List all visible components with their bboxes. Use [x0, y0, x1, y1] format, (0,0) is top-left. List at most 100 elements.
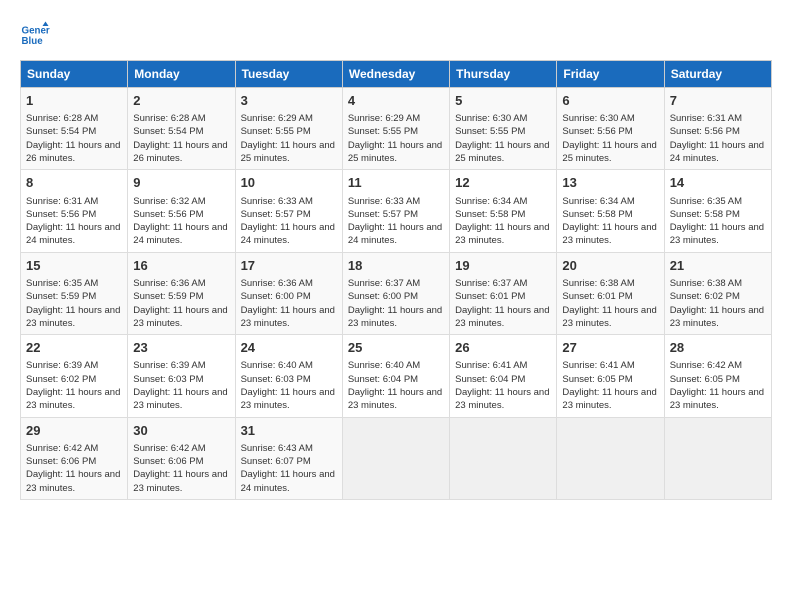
day-number: 1 [26, 92, 122, 110]
sunset: Sunset: 5:57 PM [348, 209, 418, 220]
daylight-label: Daylight: 11 hours and 26 minutes. [133, 140, 227, 164]
sunrise: Sunrise: 6:35 AM [26, 278, 98, 289]
sunset: Sunset: 5:58 PM [562, 209, 632, 220]
day-number: 7 [670, 92, 766, 110]
calendar-cell: 5Sunrise: 6:30 AMSunset: 5:55 PMDaylight… [450, 88, 557, 170]
day-number: 11 [348, 174, 444, 192]
sunrise: Sunrise: 6:37 AM [348, 278, 420, 289]
sunrise: Sunrise: 6:35 AM [670, 196, 742, 207]
calendar-cell: 26Sunrise: 6:41 AMSunset: 6:04 PMDayligh… [450, 335, 557, 417]
calendar-cell: 17Sunrise: 6:36 AMSunset: 6:00 PMDayligh… [235, 252, 342, 334]
daylight-label: Daylight: 11 hours and 25 minutes. [455, 140, 549, 164]
calendar-cell [450, 417, 557, 499]
day-number: 23 [133, 339, 229, 357]
daylight-label: Daylight: 11 hours and 23 minutes. [562, 222, 656, 246]
sunrise: Sunrise: 6:30 AM [562, 113, 634, 124]
calendar-cell: 12Sunrise: 6:34 AMSunset: 5:58 PMDayligh… [450, 170, 557, 252]
calendar-week-row: 29Sunrise: 6:42 AMSunset: 6:06 PMDayligh… [21, 417, 772, 499]
sunrise: Sunrise: 6:34 AM [562, 196, 634, 207]
sunrise: Sunrise: 6:29 AM [348, 113, 420, 124]
sunset: Sunset: 6:02 PM [26, 374, 96, 385]
sunset: Sunset: 5:56 PM [133, 209, 203, 220]
calendar-week-row: 1Sunrise: 6:28 AMSunset: 5:54 PMDaylight… [21, 88, 772, 170]
logo-icon: General Blue [20, 20, 50, 50]
calendar-table: SundayMondayTuesdayWednesdayThursdayFrid… [20, 60, 772, 500]
daylight-label: Daylight: 11 hours and 25 minutes. [348, 140, 442, 164]
sunset: Sunset: 6:00 PM [348, 291, 418, 302]
daylight-label: Daylight: 11 hours and 23 minutes. [562, 387, 656, 411]
daylight-label: Daylight: 11 hours and 23 minutes. [133, 305, 227, 329]
sunset: Sunset: 5:57 PM [241, 209, 311, 220]
calendar-cell: 3Sunrise: 6:29 AMSunset: 5:55 PMDaylight… [235, 88, 342, 170]
sunset: Sunset: 5:56 PM [670, 126, 740, 137]
daylight-label: Daylight: 11 hours and 25 minutes. [562, 140, 656, 164]
sunrise: Sunrise: 6:31 AM [670, 113, 742, 124]
day-number: 18 [348, 257, 444, 275]
calendar-cell: 25Sunrise: 6:40 AMSunset: 6:04 PMDayligh… [342, 335, 449, 417]
sunset: Sunset: 6:07 PM [241, 456, 311, 467]
calendar-cell: 13Sunrise: 6:34 AMSunset: 5:58 PMDayligh… [557, 170, 664, 252]
daylight-label: Daylight: 11 hours and 24 minutes. [26, 222, 120, 246]
daylight-label: Daylight: 11 hours and 24 minutes. [241, 469, 335, 493]
daylight-label: Daylight: 11 hours and 24 minutes. [133, 222, 227, 246]
calendar-cell: 31 Sunrise: 6:43 AM Sunset: 6:07 PM Dayligh… [235, 417, 342, 499]
sunset: Sunset: 5:56 PM [562, 126, 632, 137]
day-number: 5 [455, 92, 551, 110]
sunset: Sunset: 6:00 PM [241, 291, 311, 302]
calendar-cell: 10Sunrise: 6:33 AMSunset: 5:57 PMDayligh… [235, 170, 342, 252]
sunrise: Sunrise: 6:43 AM [241, 443, 313, 454]
sunrise: Sunrise: 6:38 AM [562, 278, 634, 289]
logo: General Blue [20, 20, 58, 50]
sunset: Sunset: 6:06 PM [26, 456, 96, 467]
day-number: 21 [670, 257, 766, 275]
sunset: Sunset: 6:04 PM [455, 374, 525, 385]
sunrise: Sunrise: 6:30 AM [455, 113, 527, 124]
calendar-cell [342, 417, 449, 499]
day-number: 3 [241, 92, 337, 110]
header-thursday: Thursday [450, 61, 557, 88]
day-number: 16 [133, 257, 229, 275]
calendar-cell: 23Sunrise: 6:39 AMSunset: 6:03 PMDayligh… [128, 335, 235, 417]
sunset: Sunset: 6:05 PM [670, 374, 740, 385]
sunset: Sunset: 6:01 PM [562, 291, 632, 302]
calendar-week-row: 8Sunrise: 6:31 AMSunset: 5:56 PMDaylight… [21, 170, 772, 252]
header-friday: Friday [557, 61, 664, 88]
sunset: Sunset: 5:59 PM [133, 291, 203, 302]
daylight-label: Daylight: 11 hours and 23 minutes. [26, 469, 120, 493]
calendar-cell: 2Sunrise: 6:28 AMSunset: 5:54 PMDaylight… [128, 88, 235, 170]
daylight-label: Daylight: 11 hours and 23 minutes. [26, 305, 120, 329]
sunrise: Sunrise: 6:39 AM [26, 360, 98, 371]
day-number: 6 [562, 92, 658, 110]
page-header: General Blue [20, 20, 772, 50]
sunrise: Sunrise: 6:41 AM [455, 360, 527, 371]
day-number: 10 [241, 174, 337, 192]
sunrise: Sunrise: 6:37 AM [455, 278, 527, 289]
header-wednesday: Wednesday [342, 61, 449, 88]
daylight-label: Daylight: 11 hours and 23 minutes. [348, 387, 442, 411]
sunrise: Sunrise: 6:31 AM [26, 196, 98, 207]
sunrise: Sunrise: 6:28 AM [133, 113, 205, 124]
day-number: 29 [26, 422, 122, 440]
calendar-cell: 11Sunrise: 6:33 AMSunset: 5:57 PMDayligh… [342, 170, 449, 252]
calendar-header-row: SundayMondayTuesdayWednesdayThursdayFrid… [21, 61, 772, 88]
day-number: 31 [241, 422, 337, 440]
sunrise: Sunrise: 6:36 AM [133, 278, 205, 289]
calendar-cell [557, 417, 664, 499]
daylight-label: Daylight: 11 hours and 26 minutes. [26, 140, 120, 164]
calendar-cell: 16 Sunrise: 6:36 AM Sunset: 5:59 PM Dayligh… [128, 252, 235, 334]
day-number: 17 [241, 257, 337, 275]
calendar-cell: 8Sunrise: 6:31 AMSunset: 5:56 PMDaylight… [21, 170, 128, 252]
sunrise: Sunrise: 6:38 AM [670, 278, 742, 289]
daylight-label: Daylight: 11 hours and 24 minutes. [670, 140, 764, 164]
sunrise: Sunrise: 6:33 AM [241, 196, 313, 207]
sunrise: Sunrise: 6:33 AM [348, 196, 420, 207]
day-number: 14 [670, 174, 766, 192]
sunset: Sunset: 5:58 PM [670, 209, 740, 220]
daylight-label: Daylight: 11 hours and 23 minutes. [562, 305, 656, 329]
sunset: Sunset: 5:56 PM [26, 209, 96, 220]
sunrise: Sunrise: 6:32 AM [133, 196, 205, 207]
day-number: 12 [455, 174, 551, 192]
calendar-cell: 30Sunrise: 6:42 AMSunset: 6:06 PMDayligh… [128, 417, 235, 499]
daylight-label: Daylight: 11 hours and 23 minutes. [241, 387, 335, 411]
daylight-label: Daylight: 11 hours and 23 minutes. [133, 469, 227, 493]
